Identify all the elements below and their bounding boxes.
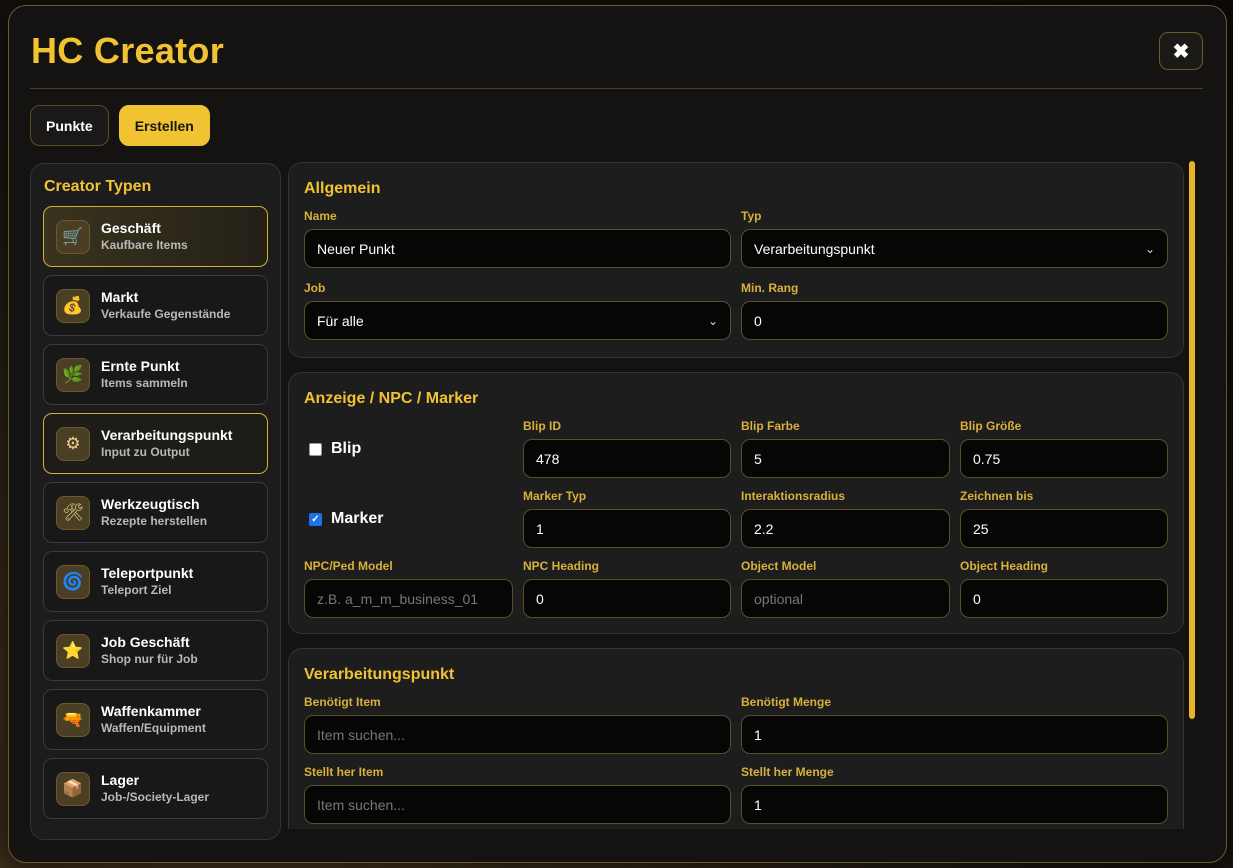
section-anzeige: Anzeige / NPC / Marker Blip Blip ID 478 …: [288, 372, 1184, 634]
star-icon: ⭐: [56, 633, 90, 668]
sidebar-item-subtitle: Job-/Society-Lager: [101, 790, 210, 804]
sidebar-item-lager[interactable]: 📦 Lager Job-/Society-Lager: [43, 758, 268, 819]
sidebar-item-subtitle: Items sammeln: [101, 376, 188, 390]
sidebar-item-title: Werkzeugtisch: [101, 496, 200, 512]
need-item-input[interactable]: Item suchen...: [304, 715, 731, 754]
checkbox-box-checked: ✓: [309, 512, 322, 526]
sidebar-item-subtitle: Shop nur für Job: [101, 652, 198, 666]
sidebar-item-subtitle: Input zu Output: [101, 445, 190, 459]
tools-icon: 🛠: [56, 495, 90, 530]
sidebar-item-subtitle: Verkaufe Gegenstände: [101, 307, 231, 321]
sidebar-item-markt[interactable]: 💰 Markt Verkaufe Gegenstände: [43, 275, 268, 336]
gear-icon: ⚙: [56, 426, 90, 461]
herb-icon: 🌿: [56, 357, 90, 392]
npc-model-input[interactable]: z.B. a_m_m_business_01: [304, 579, 513, 618]
make-item-label: Stellt her Item: [304, 765, 384, 779]
header-divider: [30, 88, 1203, 89]
job-select[interactable]: Für alle ⌄: [304, 301, 731, 340]
money-bag-icon: 💰: [56, 288, 90, 323]
blip-farbe-input[interactable]: 5: [741, 439, 950, 478]
marker-typ-input[interactable]: 1: [523, 509, 731, 548]
close-button[interactable]: ✖: [1159, 32, 1203, 70]
sidebar-item-title: Verarbeitungspunkt: [101, 427, 233, 443]
object-heading-input[interactable]: 0: [960, 579, 1168, 618]
sidebar-item-geschaeft[interactable]: 🛒 Geschäft Kaufbare Items: [43, 206, 268, 267]
marker-label: Marker: [331, 510, 384, 527]
sidebar-item-subtitle: Rezepte herstellen: [101, 514, 208, 528]
sidebar-item-title: Waffenkammer: [101, 703, 201, 719]
sidebar-item-title: Ernte Punkt: [101, 358, 180, 374]
blip-groesse-label: Blip Größe: [960, 419, 1022, 433]
section-verarbeitungspunkt: Verarbeitungspunkt Benötigt Item Item su…: [288, 648, 1184, 829]
tab-punkte[interactable]: Punkte: [30, 105, 109, 146]
tab-bar: Punkte Erstellen: [30, 105, 210, 146]
app-title: HC Creator: [31, 30, 225, 71]
tab-erstellen[interactable]: Erstellen: [118, 105, 210, 146]
blip-farbe-label: Blip Farbe: [741, 419, 800, 433]
section-allgemein: Allgemein Name Neuer Punkt Typ Verarbeit…: [288, 162, 1184, 358]
cart-icon: 🛒: [56, 219, 90, 254]
close-icon: ✖: [1172, 40, 1190, 63]
checkbox-box: [309, 442, 322, 456]
marker-typ-label: Marker Typ: [523, 489, 587, 503]
package-icon: 📦: [56, 771, 90, 806]
make-qty-label: Stellt her Menge: [741, 765, 834, 779]
blip-groesse-input[interactable]: 0.75: [960, 439, 1168, 478]
sidebar-item-title: Markt: [101, 289, 139, 305]
marker-checkbox[interactable]: ✓ Marker: [309, 510, 383, 528]
typ-value: Verarbeitungspunkt: [754, 240, 875, 257]
sidebar-item-subtitle: Kaufbare Items: [101, 238, 188, 252]
water-gun-icon: 🔫: [56, 702, 90, 737]
typ-label: Typ: [741, 209, 762, 223]
sidebar-item-subtitle: Waffen/Equipment: [101, 721, 206, 735]
object-model-input[interactable]: optional: [741, 579, 950, 618]
sidebar-heading: Creator Typen: [44, 178, 152, 195]
form-scrollbar[interactable]: [1189, 161, 1195, 719]
name-input[interactable]: Neuer Punkt: [304, 229, 731, 268]
section-heading: Verarbeitungspunkt: [304, 666, 455, 683]
sidebar-item-subtitle: Teleport Ziel: [101, 583, 172, 597]
form-area: Allgemein Name Neuer Punkt Typ Verarbeit…: [288, 157, 1185, 829]
sidebar-item-title: Geschäft: [101, 220, 161, 236]
sidebar-item-title: Job Geschäft: [101, 634, 190, 650]
name-label: Name: [304, 209, 337, 223]
sidebar-item-verarbeitungspunkt[interactable]: ⚙ Verarbeitungspunkt Input zu Output: [43, 413, 268, 474]
sidebar-item-teleportpunkt[interactable]: 🌀 Teleportpunkt Teleport Ziel: [43, 551, 268, 612]
need-qty-input[interactable]: 1: [741, 715, 1168, 754]
npc-heading-label: NPC Heading: [523, 559, 600, 573]
sidebar-item-werkzeugtisch[interactable]: 🛠 Werkzeugtisch Rezepte herstellen: [43, 482, 268, 543]
need-item-label: Benötigt Item: [304, 695, 381, 709]
sidebar-item-title: Teleportpunkt: [101, 565, 194, 581]
section-heading: Allgemein: [304, 180, 381, 197]
make-qty-input[interactable]: 1: [741, 785, 1168, 824]
job-value: Für alle: [317, 312, 364, 329]
sidebar-item-title: Lager: [101, 772, 140, 788]
object-model-label: Object Model: [741, 559, 817, 573]
radius-input[interactable]: 2.2: [741, 509, 950, 548]
typ-select[interactable]: Verarbeitungspunkt ⌄: [741, 229, 1168, 268]
section-heading: Anzeige / NPC / Marker: [304, 390, 479, 407]
rang-input[interactable]: 0: [741, 301, 1168, 340]
creator-types-sidebar: Creator Typen 🛒 Geschäft Kaufbare Items 💰…: [30, 163, 281, 840]
object-heading-label: Object Heading: [960, 559, 1049, 573]
make-item-input[interactable]: Item suchen...: [304, 785, 731, 824]
sidebar-item-job-geschaeft[interactable]: ⭐ Job Geschäft Shop nur für Job: [43, 620, 268, 681]
zeichnen-input[interactable]: 25: [960, 509, 1168, 548]
blip-checkbox[interactable]: Blip: [309, 440, 361, 458]
need-qty-label: Benötigt Menge: [741, 695, 831, 709]
job-label: Job: [304, 281, 326, 295]
npc-heading-input[interactable]: 0: [523, 579, 731, 618]
npc-model-label: NPC/Ped Model: [304, 559, 393, 573]
sidebar-item-waffenkammer[interactable]: 🔫 Waffenkammer Waffen/Equipment: [43, 689, 268, 750]
chevron-down-icon: ⌄: [707, 313, 718, 328]
blip-id-input[interactable]: 478: [523, 439, 731, 478]
cyclone-icon: 🌀: [56, 564, 90, 599]
zeichnen-label: Zeichnen bis: [960, 489, 1034, 503]
rang-label: Min. Rang: [741, 281, 799, 295]
sidebar-item-ernte-punkt[interactable]: 🌿 Ernte Punkt Items sammeln: [43, 344, 268, 405]
blip-label: Blip: [331, 440, 362, 457]
radius-label: Interaktionsradius: [741, 489, 846, 503]
blip-id-label: Blip ID: [523, 419, 561, 433]
chevron-down-icon: ⌄: [1144, 241, 1155, 256]
